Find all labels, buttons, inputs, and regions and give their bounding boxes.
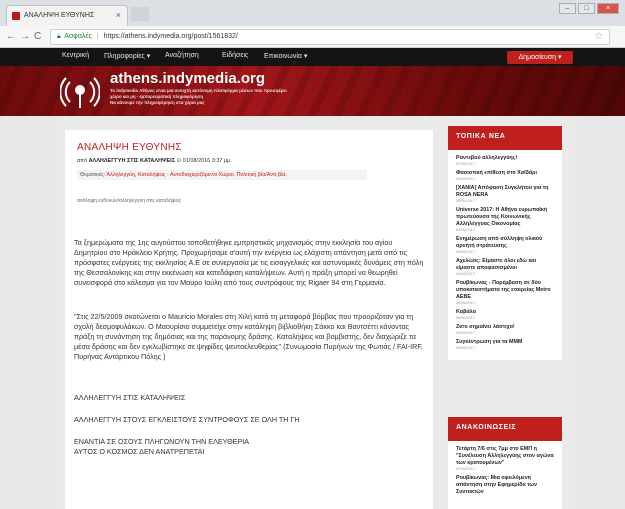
- list-item: Τετάρτη 7/6 στις 7μμ στο ΕΜΠ η "Συνέλευσ…: [456, 446, 554, 472]
- list-item: [ΧΑΝΙΑ] Απόφαση Συγκλήτου για τη ROSA NE…: [456, 185, 554, 204]
- list-item: Zero σημαίνει λάστιχο! 06/06/2017: [456, 324, 554, 336]
- new-tab-button[interactable]: [131, 7, 149, 21]
- menu-news[interactable]: Ειδήσεις: [222, 52, 248, 59]
- site-favicon-icon: [12, 12, 20, 20]
- article-slogan: ΑΛΛΗΛΕΓΓΥΗ ΣΤΙΣ ΚΑΤΑΛΗΨΕΙΣ: [74, 393, 186, 402]
- categories-links[interactable]: Αλληλεγγύη, Καταλήψεις - Αυτοδιαχειριζόμ…: [107, 172, 287, 178]
- site-top-menu: Κεντρική Πληροφορίες ▾ Αναζήτηση Ειδήσει…: [0, 48, 625, 66]
- site-title[interactable]: athens.indymedia.org: [110, 70, 265, 87]
- news-link[interactable]: [ΧΑΝΙΑ] Απόφαση Συγκλήτου για τη ROSA NE…: [456, 185, 554, 199]
- article-paragraph: Τα ξημερώματα της 1ης αυγούστου τοποθετή…: [74, 238, 424, 287]
- article-byline: από ΑΛΛΗΛΕΓΓΥΗ ΣΤΙΣ ΚΑΤΑΛΗΨΕΙΣ ⊙ 01/08/2…: [77, 158, 232, 164]
- news-link[interactable]: Καβάλα: [456, 309, 554, 316]
- window-controls: – □ ×: [559, 3, 619, 14]
- article-categories: Θεματικές: Αλληλεγγύη, Καταλήψεις - Αυτο…: [77, 170, 367, 180]
- back-icon[interactable]: ←: [6, 31, 16, 42]
- url-text: https://athens.indymedia.org/post/156183…: [103, 33, 238, 40]
- article-date: 01/08/2016 3:37 μμ.: [182, 158, 232, 164]
- news-link[interactable]: Ρουβίκωνας - Παρέμβαση σε δύο υποκαταστή…: [456, 280, 554, 301]
- sidebar-local-news: ΤΟΠΙΚΑ ΝΕΑ Ραντεβού αλληλεγγύης! 07/06/20…: [448, 126, 562, 360]
- address-bar[interactable]: 🔒︎ Ασφαλές | https://athens.indymedia.or…: [50, 29, 610, 45]
- news-date: 06/06/2017: [456, 250, 476, 254]
- publish-button[interactable]: Δημοσίευση ▾: [507, 51, 573, 64]
- list-item: Καβάλα 06/06/2017: [456, 309, 554, 321]
- article-tags[interactable]: ανάληψη ευθυνών/αλληλεγγύη στις καταλήψε…: [77, 198, 181, 204]
- indymedia-logo-icon[interactable]: [60, 72, 100, 112]
- article-title: ΑΝΑΛΗΨΗ ΕΥΘΥΝΗΣ: [77, 142, 182, 153]
- announcements-heading: ΑΝΑΚΟΙΝΩΣΕΙΣ: [456, 424, 517, 431]
- site-banner: athens.indymedia.org Το indymedia Αθήνας…: [0, 66, 625, 116]
- categories-label: Θεματικές:: [80, 172, 106, 178]
- article-slogan: ΕΝΑΝΤΙΑ ΣΕ ΟΣΟΥΣ ΠΛΗΓΩΝΟΥΝ ΤΗΝ ΕΛΕΥΘΕΡΙΑ: [74, 437, 250, 446]
- news-date: 06/06/2017: [456, 228, 476, 232]
- announcement-date: 07/06/2017: [456, 467, 476, 471]
- list-item: Συγκέντρωση για τα ΜΜΜ 06/06/2017: [456, 339, 554, 351]
- bookmark-star-icon[interactable]: ☆: [594, 31, 603, 42]
- news-list: Ραντεβού αλληλεγγύης! 07/06/2017 Φασιστικ…: [448, 150, 562, 360]
- menu-contact[interactable]: Επικοινωνία ▾: [264, 52, 307, 60]
- byline-prefix: από: [77, 158, 88, 164]
- news-link[interactable]: Ενημέρωση από σύλληψη ολικού αρνητή στρά…: [456, 236, 554, 250]
- article-quote: "Στις 22/5/2009 σκοτώνεται ο Mauricio Mo…: [74, 312, 423, 361]
- announcement-link[interactable]: Ρουβίκωνας: Μια οφειλόμενη απάντηση στην…: [456, 475, 554, 496]
- announcement-list: Τετάρτη 7/6 στις 7μμ στο ΕΜΠ η "Συνέλευσ…: [448, 441, 562, 505]
- local-news-heading: ΤΟΠΙΚΑ ΝΕΑ: [456, 133, 506, 140]
- news-link[interactable]: Αχελώος: Είμαστε όλοι εδώ και είμαστε απ…: [456, 258, 554, 272]
- reload-icon[interactable]: C: [34, 31, 41, 42]
- sidebar-heading: ΤΟΠΙΚΑ ΝΕΑ: [448, 126, 562, 150]
- news-link[interactable]: Zero σημαίνει λάστιχο!: [456, 324, 554, 331]
- menu-search[interactable]: Αναζήτηση: [165, 52, 199, 59]
- list-item: Ρουβίκωνας: Μια οφειλόμενη απάντηση στην…: [456, 475, 554, 496]
- menu-home[interactable]: Κεντρική: [62, 52, 89, 59]
- list-item: Ραντεβού αλληλεγγύης! 07/06/2017: [456, 155, 554, 167]
- news-link[interactable]: Φασιστική επίθεση στο Χαϊδάρι: [456, 170, 554, 177]
- tab-title: ΑΝΑΛΗΨΗ ΕΥΘΥΝΗΣ: [24, 12, 95, 19]
- browser-tab-bar: ΑΝΑΛΗΨΗ ΕΥΘΥΝΗΣ × – □ ×: [0, 0, 625, 26]
- news-link[interactable]: Ραντεβού αλληλεγγύης!: [456, 155, 554, 162]
- tagline-line-3: Να κάνουμε την πληροφόρηση στα χέρια μας: [110, 100, 205, 105]
- article: ΑΝΑΛΗΨΗ ΕΥΘΥΝΗΣ από ΑΛΛΗΛΕΓΓΥΗ ΣΤΙΣ ΚΑΤΑ…: [65, 130, 433, 509]
- news-date: 06/06/2017: [456, 331, 476, 335]
- article-header: ΑΝΑΛΗΨΗ ΕΥΘΥΝΗΣ από ΑΛΛΗΛΕΓΓΥΗ ΣΤΙΣ ΚΑΤΑ…: [65, 130, 433, 218]
- list-item: Φασιστική επίθεση στο Χαϊδάρι 06/06/2017: [456, 170, 554, 182]
- news-date: 06/06/2017: [456, 272, 476, 276]
- minimize-button[interactable]: –: [559, 3, 576, 14]
- secure-label: Ασφαλές: [64, 33, 92, 40]
- list-item: Universe 2017: Η Αθήνα ευρωπαϊκή πρωτεύο…: [456, 207, 554, 233]
- clock-icon: ⊙: [176, 158, 182, 164]
- url-separator: |: [96, 33, 99, 40]
- list-item: Ρουβίκωνας - Παρέμβαση σε δύο υποκαταστή…: [456, 280, 554, 306]
- sidebar-announcements: ΑΝΑΚΟΙΝΩΣΕΙΣ Τετάρτη 7/6 στις 7μμ στο ΕΜ…: [448, 417, 562, 509]
- browser-tab[interactable]: ΑΝΑΛΗΨΗ ΕΥΘΥΝΗΣ ×: [6, 5, 128, 26]
- list-item: Αχελώος: Είμαστε όλοι εδώ και είμαστε απ…: [456, 258, 554, 277]
- close-window-button[interactable]: ×: [597, 3, 619, 14]
- news-link[interactable]: Universe 2017: Η Αθήνα ευρωπαϊκή πρωτεύο…: [456, 207, 554, 228]
- news-date: 06/06/2017: [456, 199, 476, 203]
- tab-close-icon[interactable]: ×: [116, 10, 121, 20]
- announcement-link[interactable]: Τετάρτη 7/6 στις 7μμ στο ΕΜΠ η "Συνέλευσ…: [456, 446, 554, 467]
- news-link[interactable]: Συγκέντρωση για τα ΜΜΜ: [456, 339, 554, 346]
- article-author[interactable]: ΑΛΛΗΛΕΓΓΥΗ ΣΤΙΣ ΚΑΤΑΛΗΨΕΙΣ: [89, 158, 175, 164]
- news-date: 07/06/2017: [456, 162, 476, 166]
- maximize-button[interactable]: □: [578, 3, 595, 14]
- forward-icon[interactable]: →: [20, 31, 30, 42]
- news-date: 06/06/2017: [456, 316, 476, 320]
- article-slogan: ΑΛΛΗΛΕΓΓΥΗ ΣΤΟΥΣ ΕΓΚΛΕΙΣΤΟΥΣ ΣΥΝΤΡΟΦΟΥΣ …: [74, 415, 300, 424]
- news-date: 06/06/2017: [456, 346, 476, 350]
- article-slogan: ΑΥΤΟΣ Ο ΚΟΣΜΟΣ ΔΕΝ ΑΝΑΤΡΕΠΕΤΑΙ: [74, 447, 205, 456]
- news-date: 06/06/2017: [456, 301, 476, 305]
- lock-icon: 🔒︎: [57, 33, 61, 40]
- menu-info[interactable]: Πληροφορίες ▾: [104, 52, 150, 60]
- list-item: Ενημέρωση από σύλληψη ολικού αρνητή στρά…: [456, 236, 554, 255]
- sidebar-heading: ΑΝΑΚΟΙΝΩΣΕΙΣ: [448, 417, 562, 441]
- browser-toolbar: ← → C 🔒︎ Ασφαλές | https://athens.indyme…: [0, 26, 625, 48]
- news-date: 06/06/2017: [456, 177, 476, 181]
- site-tagline: Το indymedia Αθήνας είναι μια ανοιχτή αυ…: [110, 88, 330, 106]
